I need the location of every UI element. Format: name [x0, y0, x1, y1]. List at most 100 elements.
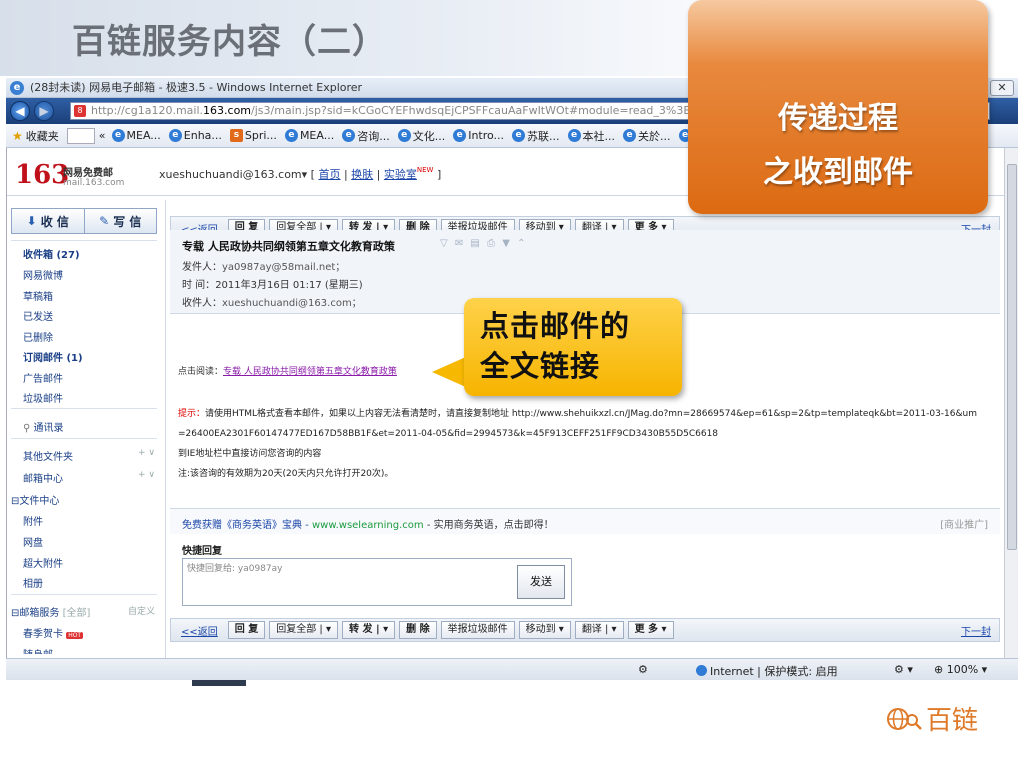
brand-logo: 百链 [886, 700, 978, 737]
sidebar-item-contacts[interactable]: ⚲ 通讯录 [23, 419, 64, 434]
sidebar-item-inbox[interactable]: 收件箱 (27) [23, 246, 80, 261]
favorite-item[interactable]: e MEA... [284, 129, 334, 142]
favorite-item[interactable]: e Intro... [453, 129, 504, 142]
write-button[interactable]: ✎ 写 信 [85, 209, 157, 233]
window-title: (28封未读) 网易电子邮箱 - 极速3.5 - Windows Interne… [30, 81, 363, 94]
hot-badge: HOT [66, 632, 84, 639]
favorite-item[interactable]: e 苏联... [512, 128, 560, 144]
sidebar-item-drafts[interactable]: 草稿箱 [23, 288, 53, 303]
next-message-link[interactable]: 下一封 [961, 623, 991, 638]
favorite-item[interactable]: e 咨询... [342, 128, 390, 144]
sidebar-item-album[interactable]: 相册 [23, 575, 43, 590]
favorite-item[interactable]: e 关於... [623, 128, 671, 144]
quick-reply-placeholder: 快捷回复给: ya0987ay [187, 564, 283, 574]
sidebar-item-big-attach[interactable]: 超大附件 [23, 555, 63, 570]
taskbar-thumbnail [192, 680, 246, 686]
chevron-left-icon[interactable]: « [99, 129, 106, 142]
sidebar-item-ads[interactable]: 广告邮件 [23, 370, 63, 385]
mail-logo-caption: 网易免费邮 [63, 168, 113, 179]
add-expand-icon[interactable]: + ∨ [138, 470, 155, 480]
sidebar-item-attachments[interactable]: 附件 [23, 513, 43, 528]
home-link[interactable]: 首页 [318, 168, 340, 181]
vertical-scrollbar[interactable] [1004, 148, 1018, 658]
page-icon: s [229, 129, 243, 142]
receive-button[interactable]: ⬇ 收 信 [12, 209, 85, 233]
pencil-icon: ✎ [99, 214, 110, 228]
move-to-button[interactable]: 移动到 ▾ [518, 621, 571, 639]
mail-logo[interactable]: 163 [15, 160, 69, 190]
ie-logo-icon: e [10, 81, 24, 95]
url-prefix: http://cg1a120.mail. [91, 104, 204, 117]
more-button[interactable]: 更 多 ▾ [627, 621, 674, 639]
sidebar-item-subscribe[interactable]: 订阅邮件 (1) [23, 349, 83, 364]
favorite-item[interactable]: e 本社... [567, 128, 615, 144]
ie-note: 到IE地址栏中直接访问您咨询的内容 [178, 449, 322, 459]
user-account[interactable]: xueshuchuandi@163.com [159, 168, 302, 181]
full-text-link[interactable]: 专载 人民政协共同纲领第五章文化教育政策 [223, 367, 397, 377]
to-row: 收件人：xueshuchuandi@163.com； [182, 298, 362, 309]
reply-all-button[interactable]: 回复全部 | ▾ [269, 621, 338, 639]
star-icon: ★ [12, 128, 23, 143]
quick-reply-input[interactable]: 快捷回复给: ya0987ay 发送 [182, 558, 572, 606]
sidebar-item-spam[interactable]: 垃圾邮件 [23, 390, 63, 405]
sidebar-item-cut[interactable]: 随身邮 [23, 646, 53, 654]
reply-button[interactable]: 回 复 [227, 621, 266, 639]
mail-sidebar: ⬇ 收 信 ✎ 写 信 收件箱 (27) 网易微博 草稿箱 已发送 已删除 订阅邮件… [7, 200, 159, 658]
favorite-item[interactable]: e 文化... [397, 128, 445, 144]
to-address[interactable]: xueshuchuandi@163.com； [222, 298, 362, 309]
sidebar-item-mail-service[interactable]: ⊟邮箱服务 [全部] [11, 604, 90, 619]
translate-button[interactable]: 翻译 | ▾ [574, 621, 624, 639]
tab-grid-icon[interactable] [66, 127, 95, 144]
brand-name: 百链 [926, 706, 979, 736]
delete-button[interactable]: 删 除 [399, 621, 437, 639]
scrollbar-thumb[interactable] [1007, 164, 1017, 550]
message-toolbar-bottom: <<返回 回 复 回复全部 | ▾ 转 发 | ▾ 删 除 举报垃圾邮件 移动到… [170, 618, 1000, 642]
promo-link[interactable]: 免费获赠《商务英语》宝典 - www.wselearning.com - 实用商… [182, 516, 554, 531]
zoom-control[interactable]: ⊕ 100% ▾ [934, 663, 987, 676]
protected-mode-icon[interactable]: ⚙ [638, 663, 648, 676]
back-link[interactable]: <<返回 [181, 623, 218, 638]
ie-page-icon: e [342, 129, 356, 142]
globe-icon [696, 665, 707, 676]
forward-button[interactable]: 转 发 | ▾ [342, 621, 396, 639]
zone-indicator[interactable]: Internet | 保护模式: 启用 [696, 663, 838, 679]
favorite-item[interactable]: s Spri... [229, 129, 277, 142]
mail-logo-domain: mail.163.com [63, 178, 125, 188]
send-button[interactable]: 发送 [517, 565, 565, 599]
reading-pane: <<返回 回 复 回复全部 | ▾ 转 发 | ▾ 删 除 举报垃圾邮件 移动到… [165, 200, 1006, 658]
ie-page-icon: e [623, 129, 637, 142]
sidebar-item-file-center[interactable]: ⊟文件中心 [11, 492, 59, 507]
ie-page-icon: e [567, 129, 581, 142]
tip-text: 请使用HTML格式查看本邮件，如果以上内容无法看清楚时，请直接复制地址 http… [178, 409, 977, 439]
message-action-icons[interactable]: ▽ ✉ ▤ ⎙ ▼ ⌃ [440, 238, 527, 249]
ie-page-icon: e [168, 129, 182, 142]
sidebar-item-sent[interactable]: 已发送 [23, 308, 53, 323]
tools-icon[interactable]: ⚙ ▾ [894, 663, 913, 676]
new-badge: NEW [416, 166, 434, 174]
mail-page: 163 网易免费邮 mail.163.com xueshuchuandi@163… [6, 148, 1006, 658]
sidebar-item-other-folders[interactable]: 其他文件夹 [23, 448, 73, 463]
close-window-button[interactable]: ✕ [990, 80, 1014, 96]
lab-link[interactable]: 实验室 [384, 168, 417, 181]
add-expand-icon[interactable]: + ∨ [138, 448, 155, 458]
from-address[interactable]: ya0987ay@58mail.net； [222, 262, 345, 273]
sidebar-item-mail-center[interactable]: 邮箱中心 [23, 470, 63, 485]
favorites-button[interactable]: 收藏夹 [26, 128, 59, 144]
customize-link[interactable]: 自定义 [128, 604, 155, 617]
sidebar-item-deleted[interactable]: 已删除 [23, 329, 53, 344]
sidebar-item-netdisk[interactable]: 网盘 [23, 534, 43, 549]
back-arrow-icon[interactable]: ◀ [10, 101, 30, 121]
browser-status-bar: ⚙ Internet | 保护模式: 启用 ⚙ ▾ ⊕ 100% ▾ [6, 658, 1018, 680]
report-spam-button[interactable]: 举报垃圾邮件 [440, 621, 515, 639]
skin-link[interactable]: 换肤 [351, 168, 373, 181]
forward-arrow-icon[interactable]: ▶ [34, 101, 54, 121]
sent-time: 2011年3月16日 01:17 (星期三) [215, 280, 363, 291]
favorite-item[interactable]: e Enha... [168, 129, 222, 142]
ie-page-icon: e [111, 129, 125, 142]
sidebar-item-greeting-card[interactable]: 春季贺卡 HOT [23, 625, 84, 640]
callout-pointer [432, 356, 468, 388]
favorite-item[interactable]: e MEA... [111, 129, 161, 142]
ie-page-icon: e [397, 129, 411, 142]
sidebar-item-weibo[interactable]: 网易微博 [23, 267, 63, 282]
divider [11, 408, 157, 409]
